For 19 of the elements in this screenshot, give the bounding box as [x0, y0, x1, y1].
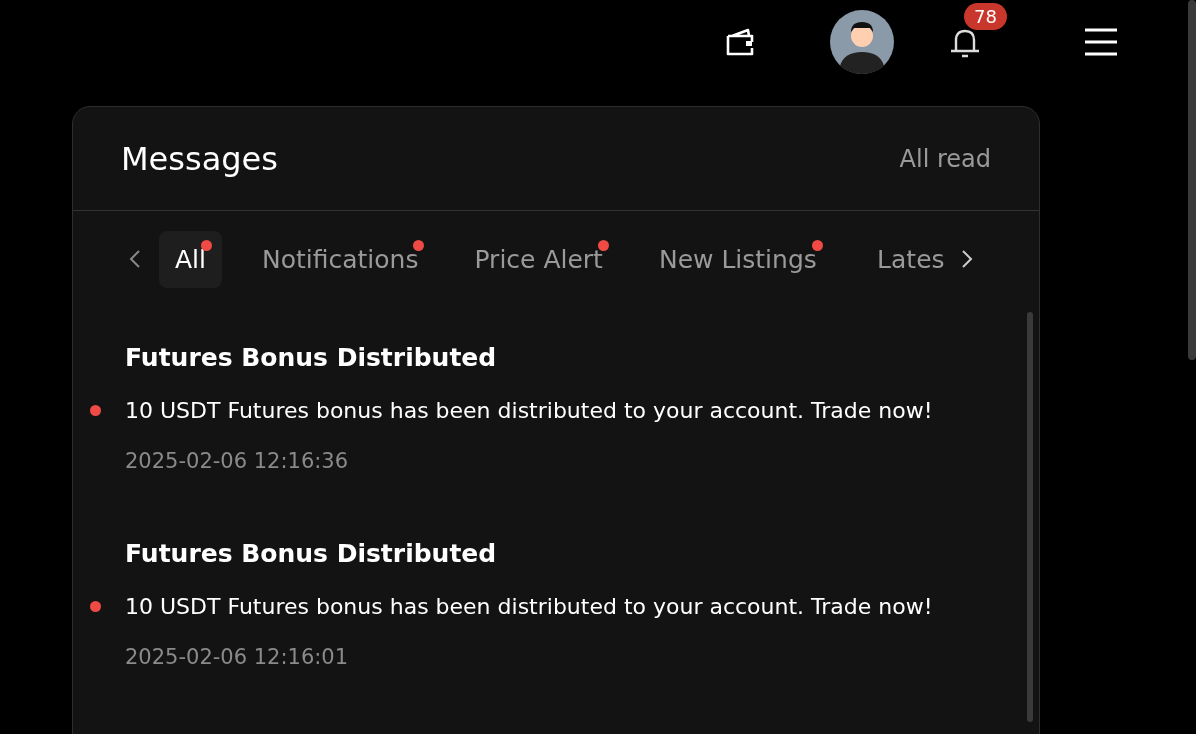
- message-body: 10 USDT Futures bonus has been distributed to your account. Trade now!: [125, 398, 933, 423]
- category-tab[interactable]: New Listings: [642, 230, 833, 288]
- category-tab[interactable]: Lates: [856, 230, 949, 288]
- avatar-icon[interactable]: [830, 10, 894, 74]
- category-tab[interactable]: Price Alert: [458, 230, 619, 288]
- menu-icon[interactable]: [1084, 28, 1118, 56]
- category-tab[interactable]: Notifications: [246, 230, 435, 288]
- message-time: 2025-02-06 12:16:36: [125, 449, 350, 473]
- all-read-button[interactable]: All read: [899, 144, 991, 173]
- message-title: Futures Bonus Distributed: [125, 343, 498, 372]
- panel-title: Messages: [121, 139, 278, 178]
- wallet-icon[interactable]: [724, 26, 756, 58]
- scrollbar[interactable]: [1027, 312, 1033, 722]
- message-time: 2025-02-06 12:16:01: [125, 645, 350, 669]
- message-title: Futures Bonus Distributed: [125, 539, 498, 568]
- category-tab[interactable]: All: [159, 230, 222, 288]
- message-body: 10 USDT Futures bonus has been distributed to your account. Trade now!: [125, 594, 933, 619]
- page-scrollbar[interactable]: [1188, 0, 1196, 360]
- notification-count-badge: 78: [964, 3, 1007, 30]
